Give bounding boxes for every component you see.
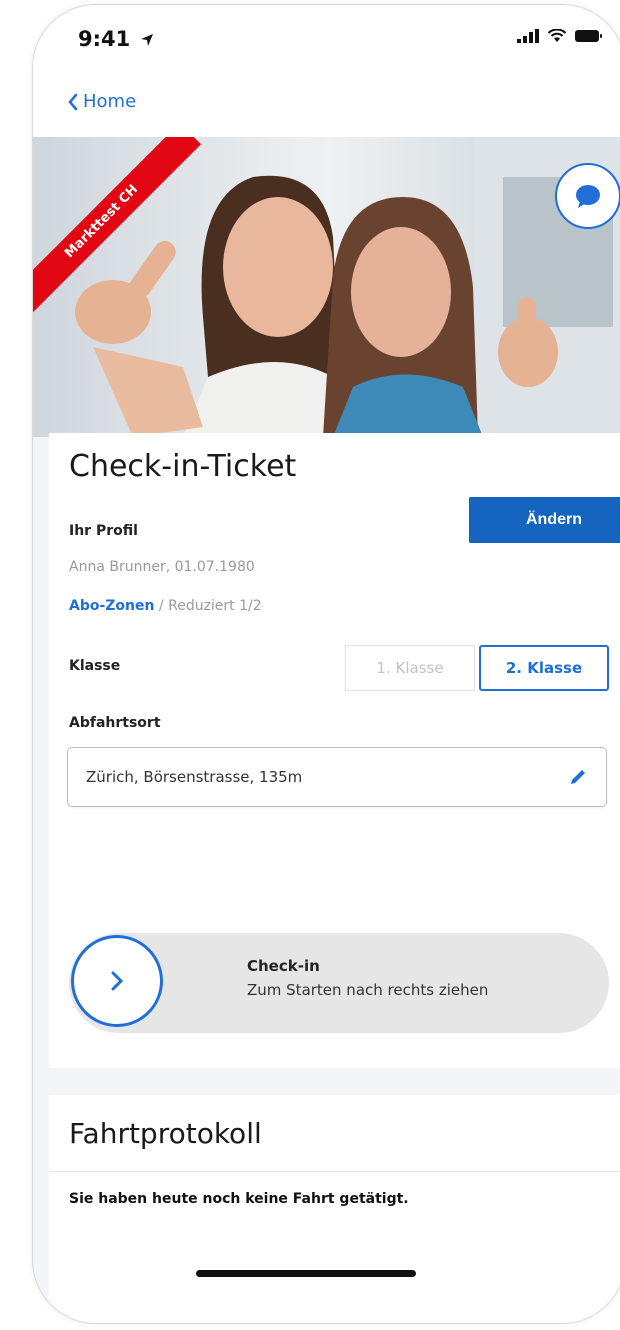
back-button[interactable]: Home (67, 91, 136, 112)
check-in-title: Check-in (247, 957, 320, 975)
chevron-left-icon (68, 93, 78, 110)
profile-name: Anna Brunner, 01.07.1980 (69, 559, 255, 575)
klasse-option-1[interactable]: 1. Klasse (345, 645, 475, 691)
back-label: Home (83, 91, 137, 112)
chat-bubble-icon (576, 185, 600, 208)
abo-reduction: / Reduziert 1/2 (154, 598, 262, 614)
status-bar: 9:41 (33, 5, 620, 75)
navigation-bar: Home (33, 75, 620, 137)
chat-button[interactable] (555, 163, 620, 229)
signal-icon (517, 29, 539, 43)
home-indicator (196, 1270, 416, 1277)
klasse-segmented-control: 1. Klasse 2. Klasse (345, 645, 609, 691)
fahrtprotokoll-card: Fahrtprotokoll Sie haben heute noch kein… (49, 1095, 620, 1323)
abo-zonen-link[interactable]: Abo-Zonen (69, 598, 154, 614)
pencil-icon[interactable] (568, 767, 588, 787)
fahrtprotokoll-title: Fahrtprotokoll (69, 1117, 262, 1150)
battery-icon (575, 30, 602, 42)
abfahrtsort-label: Abfahrtsort (69, 715, 161, 731)
change-profile-button[interactable]: Ändern (469, 497, 620, 543)
ticket-card: Check-in-Ticket Ihr Profil Anna Brunner,… (49, 433, 620, 1068)
hero-image: Markttest CH (33, 137, 620, 437)
chevron-right-icon (111, 971, 124, 991)
profile-abo-line: Abo-Zonen / Reduziert 1/2 (69, 598, 262, 614)
abfahrtsort-field[interactable]: Zürich, Börsenstrasse, 135m (67, 747, 607, 807)
check-in-slider-handle[interactable] (71, 935, 163, 1027)
wifi-icon (547, 29, 567, 42)
status-time: 9:41 (78, 27, 154, 51)
ticket-title: Check-in-Ticket (69, 449, 297, 484)
klasse-option-2[interactable]: 2. Klasse (479, 645, 609, 691)
abfahrtsort-value: Zürich, Börsenstrasse, 135m (86, 768, 303, 786)
phone-screen: 9:41 Home Markttest CH Check-in-Ticket I… (32, 4, 620, 1324)
check-in-subtitle: Zum Starten nach rechts ziehen (247, 981, 489, 999)
klasse-label: Klasse (69, 658, 121, 674)
check-in-slider[interactable]: Check-in Zum Starten nach rechts ziehen (69, 933, 609, 1033)
status-time-label: 9:41 (78, 27, 131, 51)
status-icons (517, 29, 603, 43)
divider (49, 1171, 620, 1172)
profile-label: Ihr Profil (69, 523, 138, 539)
location-arrow-icon (140, 34, 153, 46)
fahrtprotokoll-empty-text: Sie haben heute noch keine Fahrt getätig… (69, 1191, 409, 1207)
